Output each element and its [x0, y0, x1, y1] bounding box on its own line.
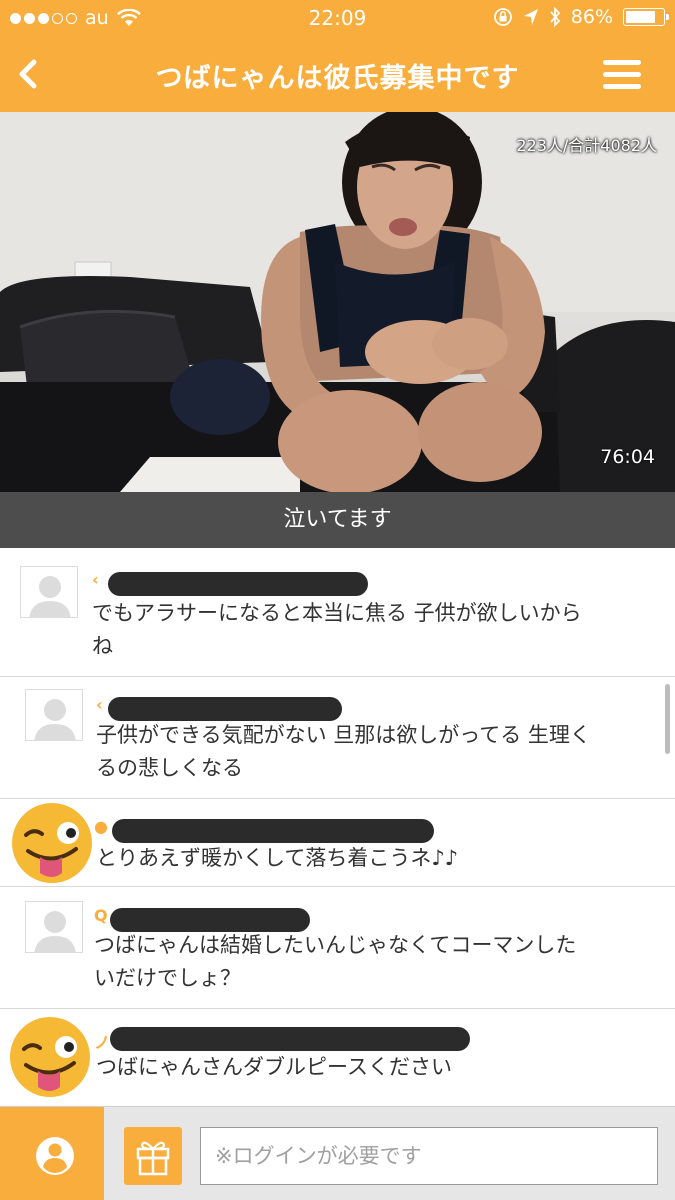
battery-icon	[623, 8, 669, 26]
comment-line: るの悲しくなる	[96, 756, 243, 780]
user-profile-button[interactable]	[0, 1107, 104, 1200]
stream-caption: 泣いてます	[0, 492, 675, 548]
comment-item: ‹ でもアラサーになると本当に焦る 子供が欲しいから ね	[0, 548, 675, 677]
default-avatar-icon	[20, 566, 78, 618]
comment-line: 子供ができる気配がない 旦那は欲しがってる 生理く	[96, 723, 591, 747]
video-frame	[0, 112, 675, 492]
gift-button[interactable]	[124, 1127, 182, 1185]
comment-item: ノ つばにゃんさんダブルピースください	[0, 1009, 675, 1106]
default-avatar-icon	[25, 901, 83, 953]
bottom-input-bar	[0, 1106, 675, 1200]
comment-item: Q つばにゃんは結婚したいんじゃなくてコーマンした いだけでしょ？	[0, 887, 675, 1009]
comment-line: でもアラサーになると本当に焦る 子供が欲しいから	[92, 601, 582, 625]
back-chevron-icon[interactable]	[8, 52, 52, 96]
comment-text: つばにゃんは結婚したいんじゃなくてコーマンした いだけでしょ？	[94, 929, 576, 995]
redacted-username	[110, 1027, 470, 1051]
comment-item: ‹ 子供ができる気配がない 旦那は欲しがってる 生理く るの悲しくなる	[0, 677, 675, 799]
stream-timer: 76:04	[600, 446, 655, 468]
comment-scrollbar[interactable]	[665, 684, 670, 754]
status-bar: au 22:09 86%	[0, 0, 675, 36]
hamburger-menu-icon[interactable]	[603, 60, 641, 90]
winking-tongue-emoji-avatar-icon	[10, 1017, 90, 1097]
comment-line: つばにゃんは結婚したいんじゃなくてコーマンした	[94, 933, 577, 957]
comment-line: いだけでしょ？	[94, 966, 241, 990]
comment-item: ● とりあえず暖かくして落ち着こうネ♪♪	[0, 799, 675, 887]
bluetooth-icon	[550, 7, 561, 27]
comment-line: つばにゃんさんダブルピースください	[96, 1055, 452, 1079]
comment-text: つばにゃんさんダブルピースください	[96, 1051, 452, 1084]
gift-icon	[136, 1141, 170, 1176]
nav-bar: つばにゃんは彼氏募集中です	[0, 36, 675, 112]
location-icon	[523, 9, 538, 25]
rotation-lock-icon	[493, 8, 512, 26]
battery-fill	[626, 11, 656, 23]
default-avatar-icon	[25, 689, 83, 741]
battery-percent: 86%	[570, 6, 613, 28]
user-badge-icon: ‹	[92, 570, 99, 589]
comment-list[interactable]: ‹ でもアラサーになると本当に焦る 子供が欲しいから ね ‹ 子供ができる気配が…	[0, 548, 675, 1106]
page-title: つばにゃんは彼氏募集中です	[155, 63, 520, 94]
video-player[interactable]: 223人/合計4082人 76:04	[0, 112, 675, 492]
comment-input[interactable]	[200, 1127, 658, 1185]
redacted-username	[112, 819, 434, 843]
user-badge-icon: ●	[94, 817, 108, 836]
winking-tongue-emoji-avatar-icon	[12, 803, 92, 883]
redacted-username	[108, 572, 368, 596]
comment-text: 子供ができる気配がない 旦那は欲しがってる 生理く るの悲しくなる	[96, 719, 591, 785]
user-circle-icon	[36, 1137, 74, 1175]
comment-line: とりあえず暖かくして落ち着こうネ♪♪	[96, 846, 459, 870]
viewer-count: 223人/合計4082人	[516, 136, 657, 155]
user-badge-icon: ノ	[94, 1033, 111, 1052]
comment-line: ね	[92, 634, 113, 658]
user-badge-icon: ‹	[96, 695, 103, 714]
comment-text: とりあえず暖かくして落ち着こうネ♪♪	[96, 842, 458, 875]
user-badge-icon: Q	[94, 906, 108, 925]
comment-text: でもアラサーになると本当に焦る 子供が欲しいから ね	[92, 597, 582, 663]
redacted-username	[108, 697, 342, 721]
